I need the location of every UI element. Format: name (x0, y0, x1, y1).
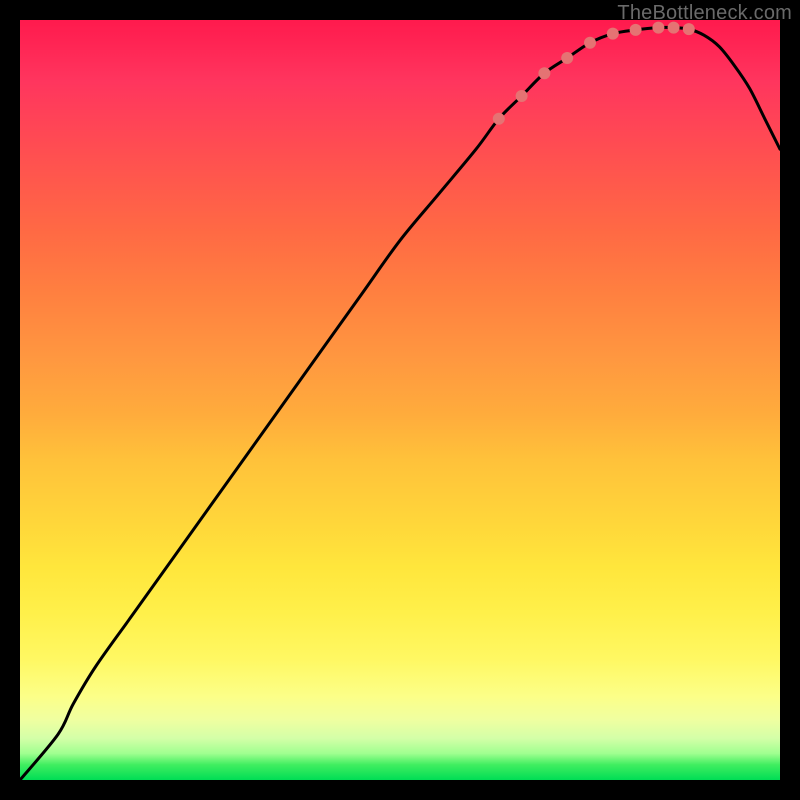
chart-svg (20, 20, 780, 780)
curve-line (20, 27, 780, 780)
valley-markers (493, 22, 695, 125)
chart-container: TheBottleneck.com (0, 0, 800, 800)
watermark-text: TheBottleneck.com (617, 2, 792, 25)
plot-area (20, 20, 780, 780)
